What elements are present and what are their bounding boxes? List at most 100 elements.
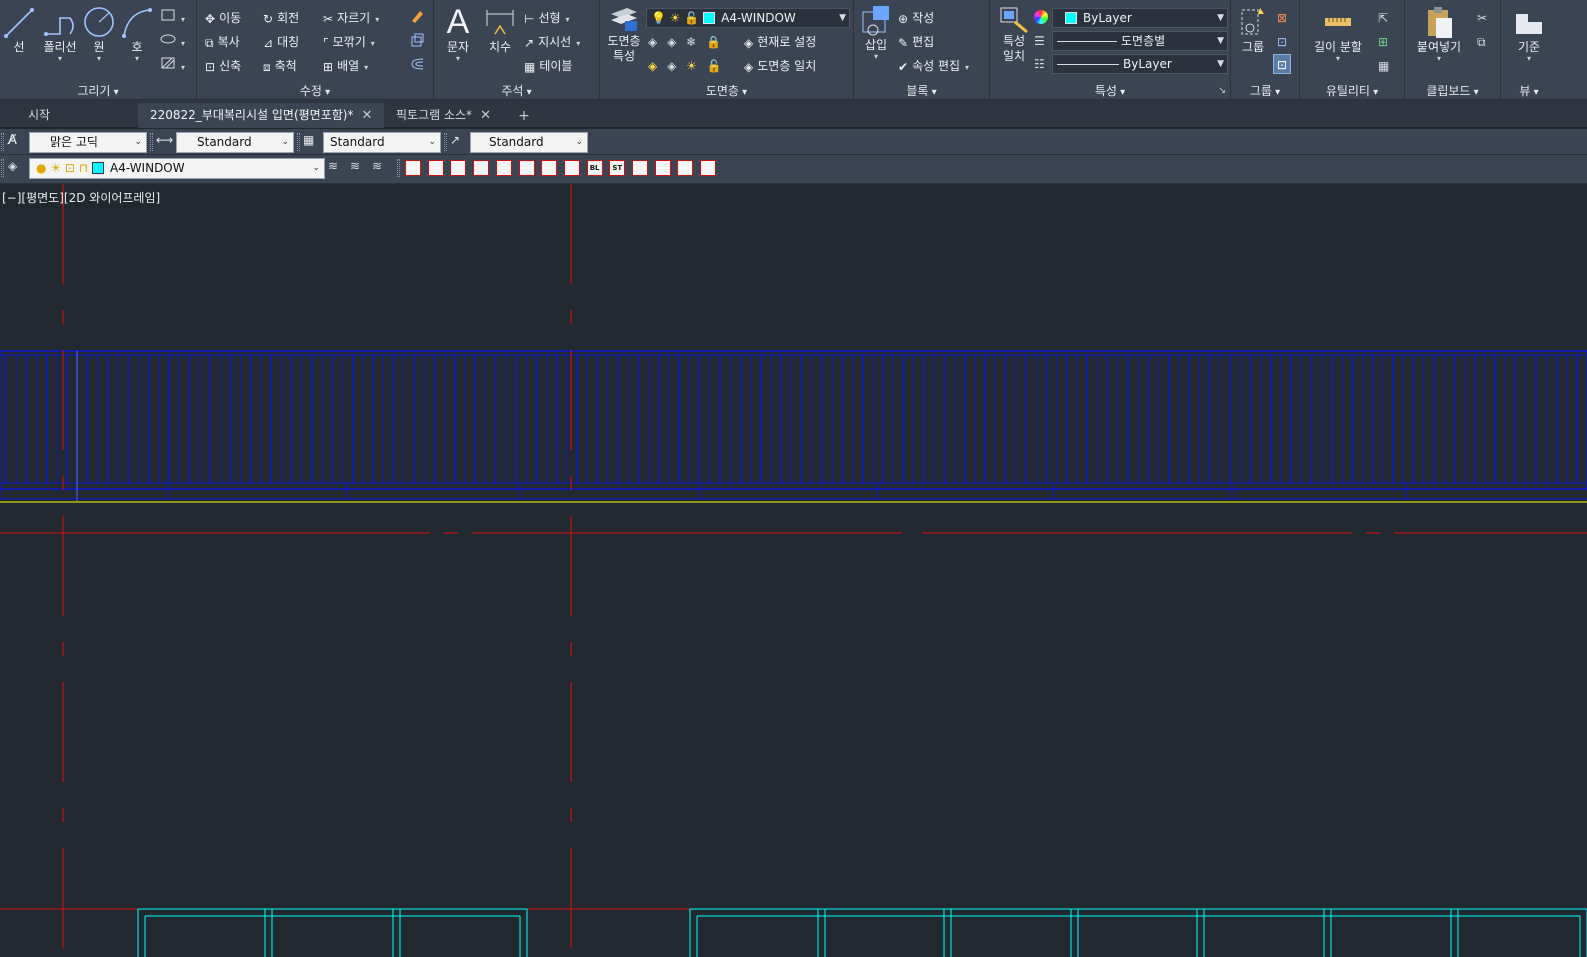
ellipse-button[interactable]: ▾: [160, 32, 185, 52]
panel-properties-title[interactable]: 특성: [990, 82, 1230, 98]
copy-clip-button[interactable]: ⧉: [1477, 32, 1486, 52]
custom-command-icon[interactable]: [632, 160, 648, 176]
custom-command-icon[interactable]: [495, 160, 512, 176]
layer-lock-icon[interactable]: 🔒: [706, 35, 721, 49]
layer-unisolate-icon[interactable]: ◈: [667, 59, 676, 73]
mleader-style-dropdown[interactable]: Standard ⌄: [470, 132, 588, 153]
select-all-button[interactable]: ⊞: [1378, 32, 1388, 52]
custom-command-icon[interactable]: [405, 160, 421, 176]
insert-button[interactable]: 삽입 ▾: [858, 4, 894, 61]
panel-groups-title[interactable]: 그룹: [1231, 82, 1299, 98]
dim-style-dropdown[interactable]: Standard ⌄: [176, 132, 294, 153]
explode-button[interactable]: [409, 32, 425, 52]
move-button[interactable]: ✥ 이동: [205, 8, 241, 28]
tab-start[interactable]: 시작: [16, 103, 62, 128]
lineweight-dropdown[interactable]: 도면층별 ▼: [1052, 31, 1228, 51]
dim-style-icon[interactable]: ⟷: [156, 133, 174, 151]
new-tab-button[interactable]: +: [514, 107, 534, 125]
paste-button[interactable]: 붙여넣기 ▾: [1411, 4, 1467, 63]
erase-button[interactable]: [409, 8, 425, 28]
layer-previous-icon[interactable]: ≋: [350, 159, 368, 177]
chevron-down-icon[interactable]: ▾: [1308, 55, 1368, 63]
tab-pictogram-source[interactable]: 픽토그램 소스* ✕: [384, 103, 503, 128]
close-icon[interactable]: ✕: [361, 108, 372, 123]
group-button[interactable]: 그룹: [1235, 4, 1271, 55]
layer-state-icon[interactable]: ≋: [372, 159, 390, 177]
panel-view-title[interactable]: 뷰: [1501, 82, 1557, 98]
custom-command-icon[interactable]: [450, 160, 467, 176]
toolbar-layer-dropdown[interactable]: ● ☀ ⊡ ⊓ A4-WINDOW ⌄: [29, 158, 325, 179]
layer-thaw-icon[interactable]: ☀: [686, 59, 697, 73]
text-style-icon[interactable]: A̸: [8, 133, 26, 151]
make-current-icon[interactable]: ≋: [328, 159, 346, 177]
custom-command-icon[interactable]: [473, 160, 490, 176]
layer-on-icon[interactable]: ◈: [648, 59, 657, 73]
layer-properties-button[interactable]: 도면층 특성: [604, 4, 644, 64]
match-layer-button[interactable]: ◈ 도면층 일치: [744, 56, 816, 76]
layer-off-icon[interactable]: ◈: [648, 35, 657, 49]
linetype-dropdown[interactable]: ByLayer ▼: [1052, 54, 1228, 74]
drawing-canvas[interactable]: [−][평면도][2D 와이어프레임]: [0, 184, 1587, 957]
layer-dropdown[interactable]: 💡 ☀ 🔓 A4-WINDOW ▼: [646, 8, 850, 28]
custom-command-icon[interactable]: [518, 160, 535, 176]
hatch-button[interactable]: ▾: [160, 56, 185, 76]
viewport-controls-label[interactable]: [−][평면도][2D 와이어프레임]: [2, 189, 160, 206]
group-select-button[interactable]: ⊡: [1273, 54, 1292, 74]
chevron-down-icon[interactable]: ▾: [120, 55, 154, 63]
panel-modify-title[interactable]: 수정: [197, 82, 433, 98]
array-button[interactable]: ⊞ 배열 ▾: [323, 56, 368, 76]
base-view-button[interactable]: 기준 ▾: [1507, 4, 1551, 63]
text-style-dropdown[interactable]: 맑은 고딕 ⌄: [29, 132, 147, 153]
layer-freeze-icon[interactable]: ❄: [686, 35, 696, 49]
custom-command-icon[interactable]: [541, 160, 558, 176]
layer-manager-icon[interactable]: ◈: [8, 159, 26, 177]
custom-command-icon[interactable]: [677, 160, 694, 176]
leader-button[interactable]: ↗ 지시선 ▾: [524, 32, 580, 52]
create-block-button[interactable]: ⊕ 작성: [898, 8, 934, 28]
toolbar-grip[interactable]: [444, 133, 447, 151]
panel-block-title[interactable]: 블록: [854, 82, 989, 98]
group-edit-button[interactable]: ⊡: [1277, 32, 1287, 52]
panel-annotation-title[interactable]: 주석: [434, 82, 599, 98]
layer-isolate-icon[interactable]: ◈: [667, 35, 676, 49]
edit-block-button[interactable]: ✎ 편집: [898, 32, 934, 52]
circle-button[interactable]: 원 ▾: [82, 4, 116, 63]
set-current-button[interactable]: ◈ 현재로 설정: [744, 32, 816, 52]
toolbar-grip[interactable]: [150, 133, 153, 151]
arc-button[interactable]: 호 ▾: [120, 4, 154, 63]
rotate-button[interactable]: ↻ 회전: [263, 8, 299, 28]
measure-button[interactable]: 길이 분할 ▾: [1308, 4, 1368, 63]
custom-command-icon[interactable]: [700, 160, 717, 176]
match-properties-button[interactable]: 특성 일치: [994, 4, 1034, 64]
polyline-button[interactable]: 폴리선 ▾: [38, 4, 82, 63]
panel-launcher-icon[interactable]: ↘: [1218, 86, 1226, 96]
copy-button[interactable]: ⧉ 복사: [205, 32, 240, 52]
mirror-button[interactable]: ⊿ 대칭: [263, 32, 299, 52]
linear-button[interactable]: ⊢ 선형 ▾: [524, 8, 570, 28]
custom-command-icon[interactable]: [563, 160, 580, 176]
tab-elevation-drawing[interactable]: 220822_부대복리시설 입면(평면포함)* ✕: [138, 103, 385, 128]
close-icon[interactable]: ✕: [480, 108, 491, 123]
quick-select-button[interactable]: ⇱: [1378, 8, 1388, 28]
text-button[interactable]: A 문자 ▾: [440, 4, 476, 63]
stretch-button[interactable]: ⊡ 신축: [205, 56, 241, 76]
table-style-icon[interactable]: ▦: [303, 133, 321, 151]
toolbar-grip[interactable]: [397, 159, 400, 177]
chevron-down-icon[interactable]: ▾: [440, 55, 476, 63]
offset-button[interactable]: [409, 56, 425, 76]
trim-button[interactable]: ✂ 자르기 ▾: [323, 8, 379, 28]
chevron-down-icon[interactable]: ▾: [1507, 55, 1551, 63]
line-button[interactable]: 선: [2, 4, 36, 55]
layer-unlock-icon[interactable]: 🔓: [707, 59, 722, 73]
panel-clipboard-title[interactable]: 클립보드: [1405, 82, 1500, 98]
fillet-button[interactable]: ⌜ 모깎기 ▾: [323, 32, 375, 52]
rectangle-button[interactable]: ▾: [160, 8, 185, 28]
panel-draw-title[interactable]: 그리기: [0, 82, 196, 98]
chevron-down-icon[interactable]: ▾: [1411, 55, 1467, 63]
toolbar-grip[interactable]: [297, 133, 300, 151]
custom-command-icon[interactable]: [654, 160, 671, 176]
color-dropdown[interactable]: ByLayer ▼: [1052, 8, 1228, 28]
toolbar-grip[interactable]: [1, 133, 4, 151]
calculator-button[interactable]: ▦: [1378, 56, 1389, 76]
custom-command-icon[interactable]: ST: [609, 160, 626, 176]
